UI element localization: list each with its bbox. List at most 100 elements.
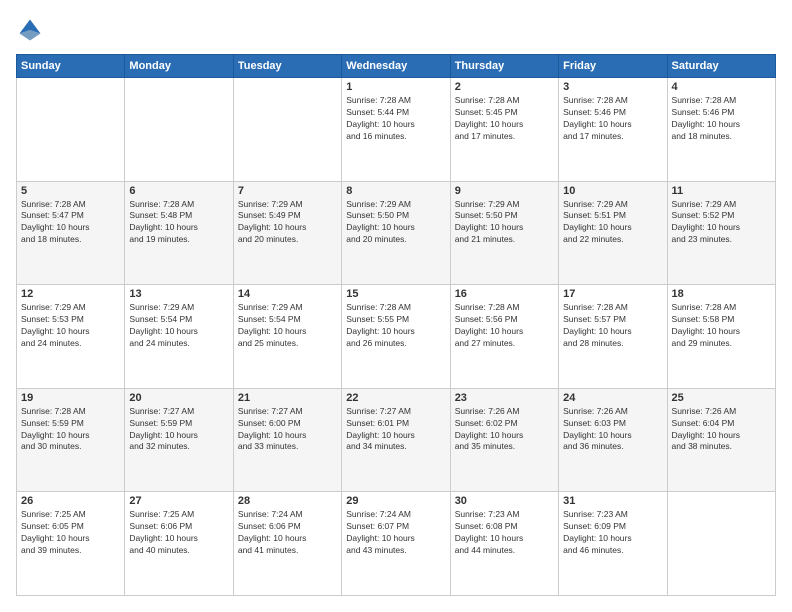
calendar-cell: 20 Sunrise: 7:27 AM Sunset: 5:59 PM Dayli… xyxy=(125,388,233,492)
calendar-cell: 27 Sunrise: 7:25 AM Sunset: 6:06 PM Dayli… xyxy=(125,492,233,596)
cell-info: Sunrise: 7:28 AM Sunset: 5:56 PM Dayligh… xyxy=(455,302,554,350)
cell-info: Sunrise: 7:26 AM Sunset: 6:03 PM Dayligh… xyxy=(563,406,662,454)
day-number: 2 xyxy=(455,81,554,93)
cell-info: Sunrise: 7:25 AM Sunset: 6:06 PM Dayligh… xyxy=(129,509,228,557)
cell-info: Sunrise: 7:28 AM Sunset: 5:46 PM Dayligh… xyxy=(563,95,662,143)
calendar-cell: 22 Sunrise: 7:27 AM Sunset: 6:01 PM Dayli… xyxy=(342,388,450,492)
calendar-cell: 12 Sunrise: 7:29 AM Sunset: 5:53 PM Dayli… xyxy=(17,285,125,389)
weekday-header-wednesday: Wednesday xyxy=(342,55,450,78)
calendar-cell: 26 Sunrise: 7:25 AM Sunset: 6:05 PM Dayli… xyxy=(17,492,125,596)
day-number: 12 xyxy=(21,288,120,300)
calendar-cell: 2 Sunrise: 7:28 AM Sunset: 5:45 PM Daylig… xyxy=(450,78,558,182)
calendar-cell: 29 Sunrise: 7:24 AM Sunset: 6:07 PM Dayli… xyxy=(342,492,450,596)
cell-info: Sunrise: 7:28 AM Sunset: 5:59 PM Dayligh… xyxy=(21,406,120,454)
calendar-cell xyxy=(233,78,341,182)
day-number: 30 xyxy=(455,495,554,507)
calendar-cell: 3 Sunrise: 7:28 AM Sunset: 5:46 PM Daylig… xyxy=(559,78,667,182)
day-number: 26 xyxy=(21,495,120,507)
cell-info: Sunrise: 7:23 AM Sunset: 6:09 PM Dayligh… xyxy=(563,509,662,557)
cell-info: Sunrise: 7:23 AM Sunset: 6:08 PM Dayligh… xyxy=(455,509,554,557)
calendar-cell: 18 Sunrise: 7:28 AM Sunset: 5:58 PM Dayli… xyxy=(667,285,775,389)
day-number: 4 xyxy=(672,81,771,93)
weekday-header-sunday: Sunday xyxy=(17,55,125,78)
cell-info: Sunrise: 7:29 AM Sunset: 5:53 PM Dayligh… xyxy=(21,302,120,350)
logo-icon xyxy=(16,16,44,44)
calendar-cell: 4 Sunrise: 7:28 AM Sunset: 5:46 PM Daylig… xyxy=(667,78,775,182)
cell-info: Sunrise: 7:29 AM Sunset: 5:50 PM Dayligh… xyxy=(346,199,445,247)
cell-info: Sunrise: 7:26 AM Sunset: 6:04 PM Dayligh… xyxy=(672,406,771,454)
day-number: 24 xyxy=(563,392,662,404)
cell-info: Sunrise: 7:27 AM Sunset: 6:01 PM Dayligh… xyxy=(346,406,445,454)
calendar-cell: 28Sunrise: 7:24 AM Sunset: 6:06 PM Dayli… xyxy=(233,492,341,596)
cell-info: Sunrise: 7:28 AM Sunset: 5:47 PM Dayligh… xyxy=(21,199,120,247)
cell-info: Sunrise: 7:28 AM Sunset: 5:45 PM Dayligh… xyxy=(455,95,554,143)
day-number: 31 xyxy=(563,495,662,507)
calendar-cell: 23 Sunrise: 7:26 AM Sunset: 6:02 PM Dayli… xyxy=(450,388,558,492)
calendar-cell: 30 Sunrise: 7:23 AM Sunset: 6:08 PM Dayli… xyxy=(450,492,558,596)
day-number: 20 xyxy=(129,392,228,404)
calendar-cell: 7 Sunrise: 7:29 AM Sunset: 5:49 PM Daylig… xyxy=(233,181,341,285)
calendar-cell: 14 Sunrise: 7:29 AM Sunset: 5:54 PM Dayli… xyxy=(233,285,341,389)
calendar-week-0: 1 Sunrise: 7:28 AM Sunset: 5:44 PM Daylig… xyxy=(17,78,776,182)
calendar-cell: 21 Sunrise: 7:27 AM Sunset: 6:00 PM Dayli… xyxy=(233,388,341,492)
weekday-header-friday: Friday xyxy=(559,55,667,78)
cell-info: Sunrise: 7:24 AM Sunset: 6:06 PM Dayligh… xyxy=(238,509,337,557)
cell-info: Sunrise: 7:24 AM Sunset: 6:07 PM Dayligh… xyxy=(346,509,445,557)
day-number: 29 xyxy=(346,495,445,507)
cell-info: Sunrise: 7:29 AM Sunset: 5:52 PM Dayligh… xyxy=(672,199,771,247)
calendar-cell: 31 Sunrise: 7:23 AM Sunset: 6:09 PM Dayli… xyxy=(559,492,667,596)
cell-info: Sunrise: 7:26 AM Sunset: 6:02 PM Dayligh… xyxy=(455,406,554,454)
cell-info: Sunrise: 7:28 AM Sunset: 5:48 PM Dayligh… xyxy=(129,199,228,247)
cell-info: Sunrise: 7:25 AM Sunset: 6:05 PM Dayligh… xyxy=(21,509,120,557)
day-number: 15 xyxy=(346,288,445,300)
cell-info: Sunrise: 7:29 AM Sunset: 5:51 PM Dayligh… xyxy=(563,199,662,247)
day-number: 13 xyxy=(129,288,228,300)
day-number: 3 xyxy=(563,81,662,93)
calendar-cell: 24 Sunrise: 7:26 AM Sunset: 6:03 PM Dayli… xyxy=(559,388,667,492)
calendar-week-3: 19 Sunrise: 7:28 AM Sunset: 5:59 PM Dayli… xyxy=(17,388,776,492)
weekday-header-tuesday: Tuesday xyxy=(233,55,341,78)
calendar-cell: 15 Sunrise: 7:28 AM Sunset: 5:55 PM Dayli… xyxy=(342,285,450,389)
page: SundayMondayTuesdayWednesdayThursdayFrid… xyxy=(0,0,792,612)
day-number: 1 xyxy=(346,81,445,93)
calendar-cell: 8 Sunrise: 7:29 AM Sunset: 5:50 PM Daylig… xyxy=(342,181,450,285)
calendar-table: SundayMondayTuesdayWednesdayThursdayFrid… xyxy=(16,54,776,596)
cell-info: Sunrise: 7:27 AM Sunset: 6:00 PM Dayligh… xyxy=(238,406,337,454)
day-number: 16 xyxy=(455,288,554,300)
day-number: 17 xyxy=(563,288,662,300)
day-number: 18 xyxy=(672,288,771,300)
cell-info: Sunrise: 7:29 AM Sunset: 5:54 PM Dayligh… xyxy=(238,302,337,350)
cell-info: Sunrise: 7:28 AM Sunset: 5:58 PM Dayligh… xyxy=(672,302,771,350)
cell-info: Sunrise: 7:28 AM Sunset: 5:55 PM Dayligh… xyxy=(346,302,445,350)
cell-info: Sunrise: 7:29 AM Sunset: 5:49 PM Dayligh… xyxy=(238,199,337,247)
day-number: 19 xyxy=(21,392,120,404)
cell-info: Sunrise: 7:28 AM Sunset: 5:57 PM Dayligh… xyxy=(563,302,662,350)
header xyxy=(16,16,776,44)
calendar-cell: 1 Sunrise: 7:28 AM Sunset: 5:44 PM Daylig… xyxy=(342,78,450,182)
day-number: 27 xyxy=(129,495,228,507)
day-number: 11 xyxy=(672,185,771,197)
day-number: 14 xyxy=(238,288,337,300)
calendar-cell xyxy=(667,492,775,596)
cell-info: Sunrise: 7:28 AM Sunset: 5:44 PM Dayligh… xyxy=(346,95,445,143)
day-number: 25 xyxy=(672,392,771,404)
day-number: 22 xyxy=(346,392,445,404)
calendar-cell: 16 Sunrise: 7:28 AM Sunset: 5:56 PM Dayli… xyxy=(450,285,558,389)
calendar-cell: 5Sunrise: 7:28 AM Sunset: 5:47 PM Daylig… xyxy=(17,181,125,285)
day-number: 7 xyxy=(238,185,337,197)
day-number: 23 xyxy=(455,392,554,404)
day-number: 8 xyxy=(346,185,445,197)
calendar-week-1: 5Sunrise: 7:28 AM Sunset: 5:47 PM Daylig… xyxy=(17,181,776,285)
cell-info: Sunrise: 7:29 AM Sunset: 5:50 PM Dayligh… xyxy=(455,199,554,247)
weekday-header-row: SundayMondayTuesdayWednesdayThursdayFrid… xyxy=(17,55,776,78)
calendar-cell xyxy=(125,78,233,182)
calendar-cell: 10Sunrise: 7:29 AM Sunset: 5:51 PM Dayli… xyxy=(559,181,667,285)
day-number: 21 xyxy=(238,392,337,404)
cell-info: Sunrise: 7:27 AM Sunset: 5:59 PM Dayligh… xyxy=(129,406,228,454)
calendar-cell: 11 Sunrise: 7:29 AM Sunset: 5:52 PM Dayli… xyxy=(667,181,775,285)
calendar-cell: 19 Sunrise: 7:28 AM Sunset: 5:59 PM Dayli… xyxy=(17,388,125,492)
calendar-cell: 25 Sunrise: 7:26 AM Sunset: 6:04 PM Dayli… xyxy=(667,388,775,492)
day-number: 6 xyxy=(129,185,228,197)
cell-info: Sunrise: 7:28 AM Sunset: 5:46 PM Dayligh… xyxy=(672,95,771,143)
calendar-cell: 6 Sunrise: 7:28 AM Sunset: 5:48 PM Daylig… xyxy=(125,181,233,285)
